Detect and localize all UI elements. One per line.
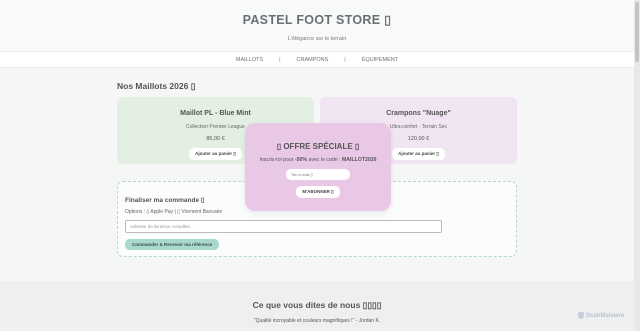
- product-title: Crampons "Nuage": [386, 110, 451, 117]
- site-header: PASTEL FOOT STORE ▯ L'élégance sur le te…: [0, 0, 634, 51]
- popup-discount: -50%: [294, 157, 308, 163]
- popup-text-middle: avec le code :: [307, 157, 342, 163]
- nav-separator: |: [279, 56, 281, 63]
- store-title: PASTEL FOOT STORE ▯: [242, 13, 392, 27]
- special-offer-popup: ▯ OFFRE SPÉCIALE ▯ Inscris-toi pour -50%…: [245, 123, 391, 211]
- add-to-cart-button[interactable]: Ajouter au panier ▯: [189, 148, 242, 160]
- testimonial-quote: "Qualité incroyable et couleurs magnifiq…: [253, 318, 381, 324]
- order-submit-button[interactable]: Commander & Recevoir ma référence: [125, 239, 220, 250]
- scrollbar-thumb[interactable]: [635, 2, 639, 62]
- product-title: Maillot PL - Blue Mint: [180, 110, 251, 117]
- page: PASTEL FOOT STORE ▯ L'élégance sur le te…: [0, 0, 634, 331]
- nav-item-maillots[interactable]: MAILLOTS: [232, 57, 267, 63]
- subscribe-button[interactable]: M'ABONNER ▯: [296, 186, 340, 198]
- testimonials-section: Ce que vous dites de nous ▯▯▯▯ "Qualité …: [0, 281, 634, 331]
- popup-text-prefix: Inscris-toi pour: [259, 157, 295, 163]
- popup-title: ▯ OFFRE SPÉCIALE ▯: [276, 142, 360, 151]
- checkout-title: Finaliser ma commande ▯: [125, 197, 205, 204]
- store-tagline: L'élégance sur le terrain: [287, 36, 347, 42]
- scanmalware-watermark: ScanMalware: [578, 312, 624, 319]
- popup-email-input[interactable]: [286, 169, 350, 180]
- watermark-label: ScanMalware: [586, 312, 625, 319]
- nav-item-crampons[interactable]: CRAMPONS: [293, 57, 333, 63]
- shield-icon: [578, 312, 584, 319]
- popup-promo-code: MAILLOT2026: [341, 157, 377, 163]
- add-to-cart-button[interactable]: Ajouter au panier ▯: [392, 148, 445, 160]
- main-nav: MAILLOTS | CRAMPONS | ÉQUIPEMENT: [0, 51, 634, 68]
- address-input[interactable]: [125, 220, 442, 233]
- testimonials-title: Ce que vous dites de nous ▯▯▯▯: [252, 300, 382, 310]
- nav-separator: |: [344, 56, 346, 63]
- scrollbar[interactable]: [634, 0, 640, 331]
- nav-item-equipement[interactable]: ÉQUIPEMENT: [358, 57, 402, 63]
- payment-options: Options : ▯ Apple Pay | ▯ Virement Banca…: [125, 209, 223, 215]
- popup-text: Inscris-toi pour -50% avec le code : MAI…: [245, 157, 391, 163]
- products-section-title: Nos Maillots 2026 ▯: [117, 81, 196, 91]
